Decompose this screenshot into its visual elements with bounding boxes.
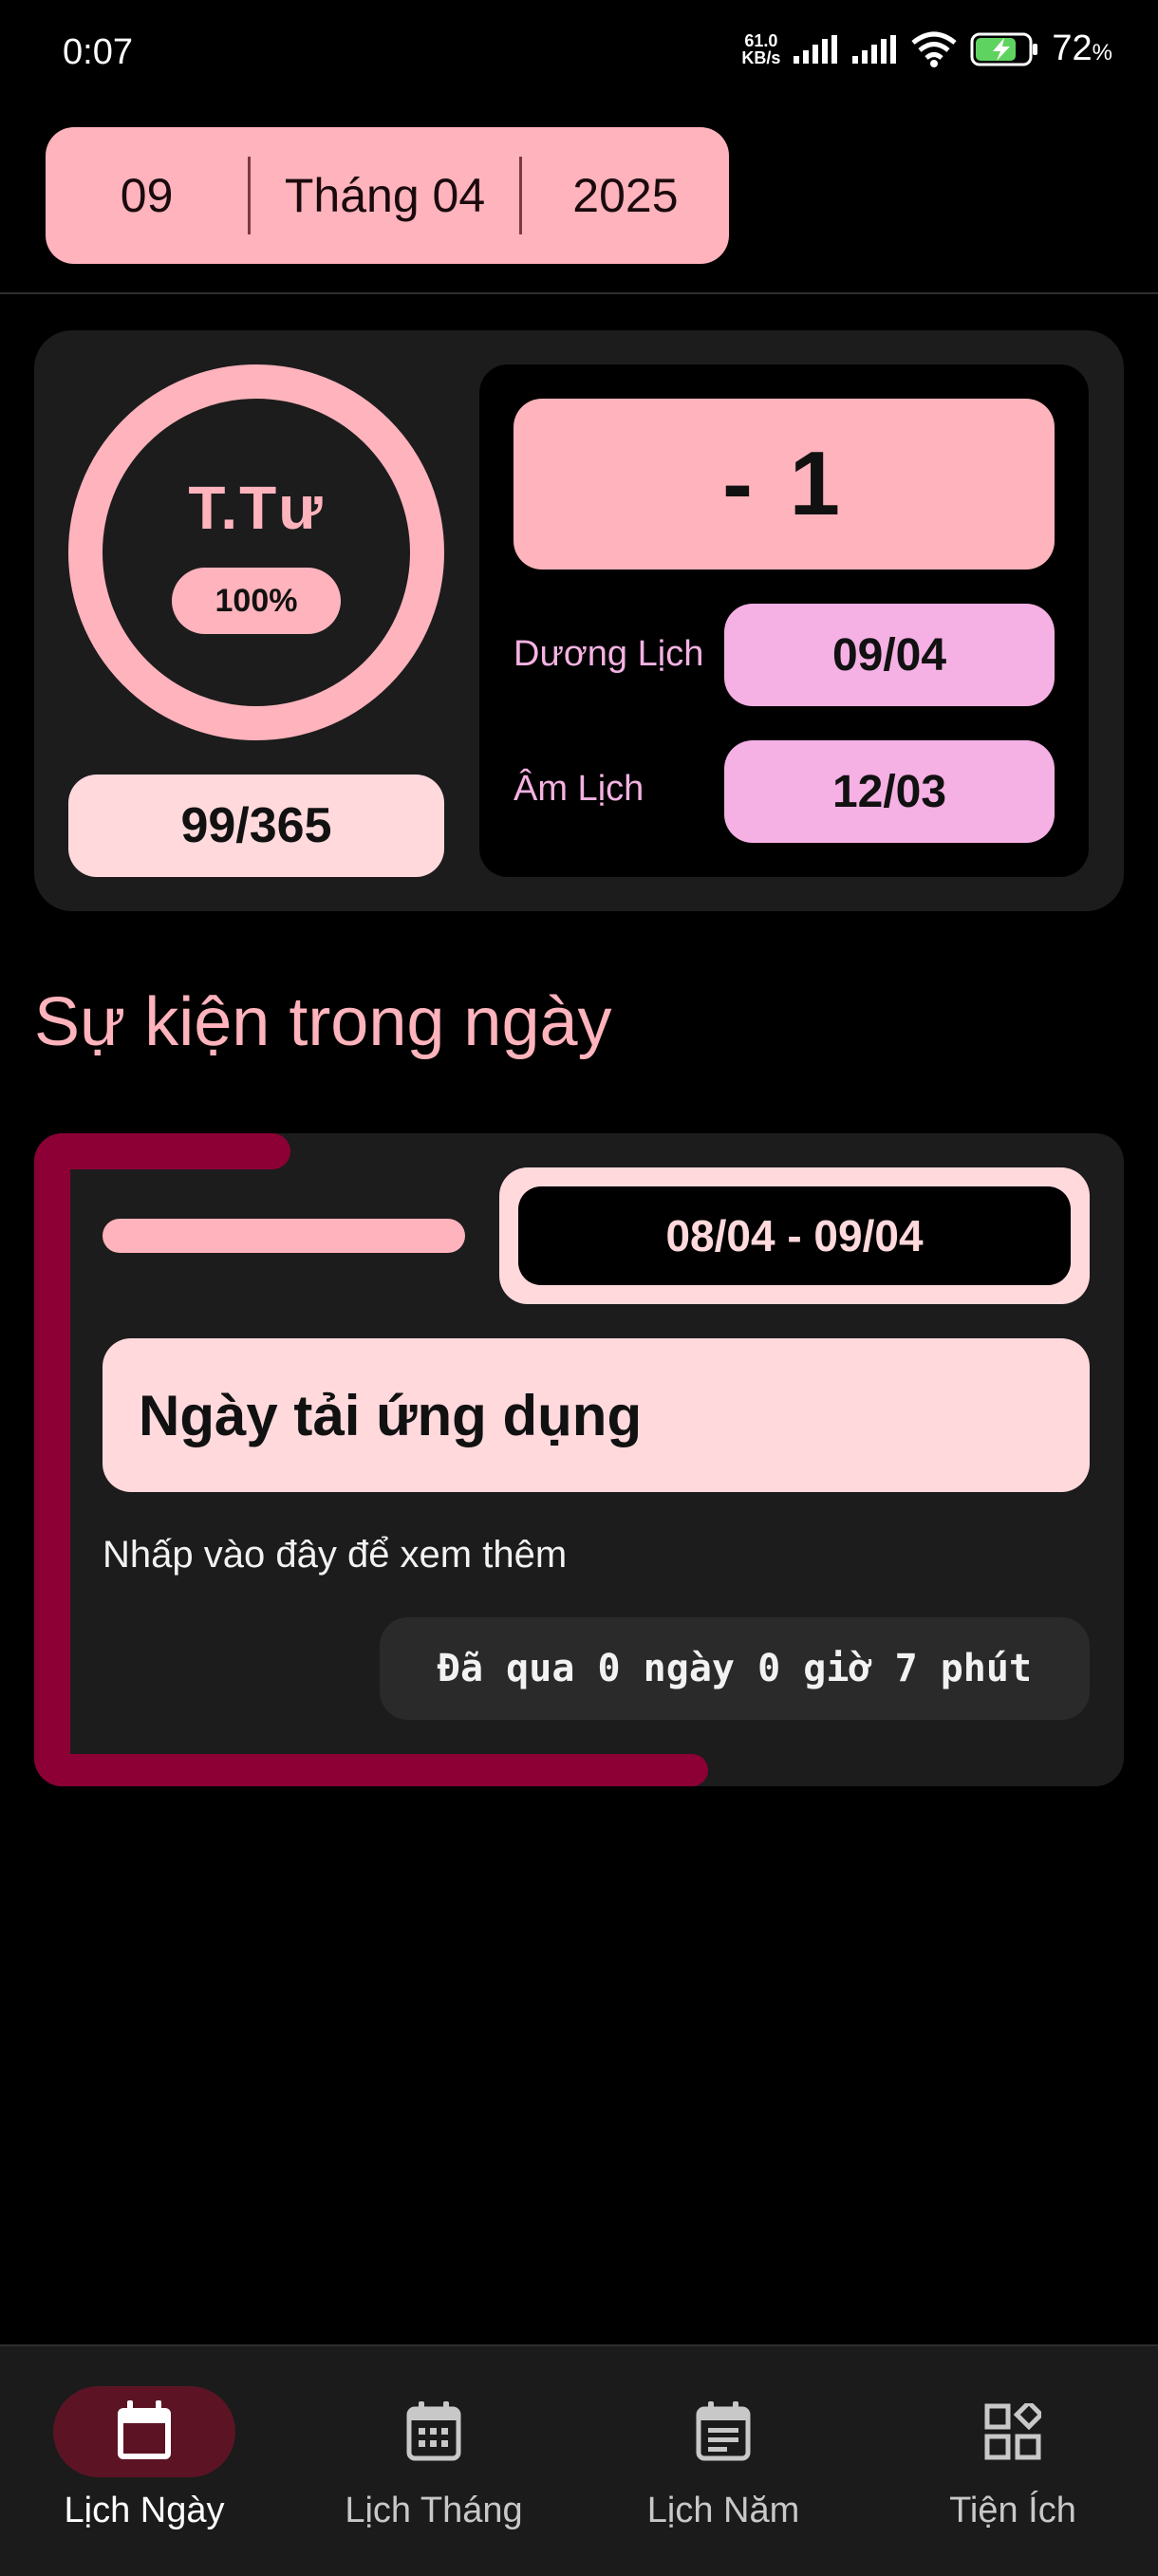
event-card-accent	[34, 1133, 70, 1786]
weekday-label: T.Tư	[188, 474, 325, 542]
event-date-range: 08/04 - 09/04	[518, 1186, 1071, 1285]
wifi-icon	[911, 31, 957, 67]
event-card-accent-top	[34, 1133, 290, 1169]
nav-icon-container	[922, 2386, 1104, 2477]
lunar-calendar-label: Âm Lịch	[514, 769, 644, 809]
network-speed: 61.0 KB/s	[741, 32, 780, 66]
solar-date-value: 09/04	[724, 604, 1055, 706]
day-offset: - 1	[514, 399, 1055, 569]
nav-label: Tiện Ích	[949, 2491, 1076, 2530]
nav-item-yearly[interactable]: Lịch Năm	[581, 2386, 866, 2538]
nav-label: Lịch Năm	[646, 2491, 800, 2530]
network-speed-value: 61.0	[744, 30, 778, 50]
nav-item-monthly[interactable]: Lịch Tháng	[291, 2386, 576, 2538]
nav-label: Lịch Tháng	[345, 2491, 523, 2530]
header-divider	[0, 292, 1158, 294]
event-card-accent-bottom	[34, 1754, 708, 1786]
calendar-year-icon	[696, 2401, 751, 2461]
battery-charging-icon	[970, 32, 1038, 65]
nav-item-utilities[interactable]: Tiện Ích	[870, 2386, 1155, 2538]
calendar-icon	[118, 2400, 171, 2459]
signal-icon-2	[852, 34, 897, 64]
status-icons: 61.0 KB/s 72%	[741, 28, 1112, 69]
progress-ring	[68, 364, 444, 740]
event-title[interactable]: Ngày tải ứng dụng	[103, 1338, 1090, 1492]
nav-item-daily[interactable]: Lịch Ngày	[2, 2386, 287, 2538]
date-selector[interactable]: 09 Tháng 04 2025	[46, 127, 729, 264]
day-selector[interactable]: 09	[46, 127, 248, 264]
event-color-bar	[103, 1219, 465, 1253]
day-of-year: 99/365	[68, 775, 444, 877]
lunar-date-value: 12/03	[724, 740, 1055, 843]
year-selector[interactable]: 2025	[522, 127, 729, 264]
network-speed-unit: KB/s	[741, 47, 781, 67]
status-time: 0:07	[63, 32, 133, 72]
day-progress-badge: 100%	[172, 568, 341, 634]
month-selector[interactable]: Tháng 04	[251, 127, 519, 264]
event-hint[interactable]: Nhấp vào đây để xem thêm	[103, 1534, 567, 1577]
nav-active-indicator	[53, 2386, 235, 2477]
battery-percent: 72%	[1052, 28, 1112, 69]
event-elapsed-time: Đã qua 0 ngày 0 giờ 7 phút	[380, 1617, 1090, 1720]
widgets-icon	[984, 2403, 1041, 2460]
nav-icon-container	[343, 2386, 525, 2477]
battery-percent-value: 72	[1052, 28, 1093, 68]
nav-label: Lịch Ngày	[64, 2491, 225, 2530]
calendar-month-icon	[406, 2401, 461, 2461]
battery-percent-unit: %	[1092, 40, 1112, 65]
solar-calendar-label: Dương Lịch	[514, 634, 704, 674]
signal-icon	[794, 34, 838, 64]
nav-icon-container	[632, 2386, 814, 2477]
events-section-title: Sự kiện trong ngày	[34, 984, 612, 1060]
